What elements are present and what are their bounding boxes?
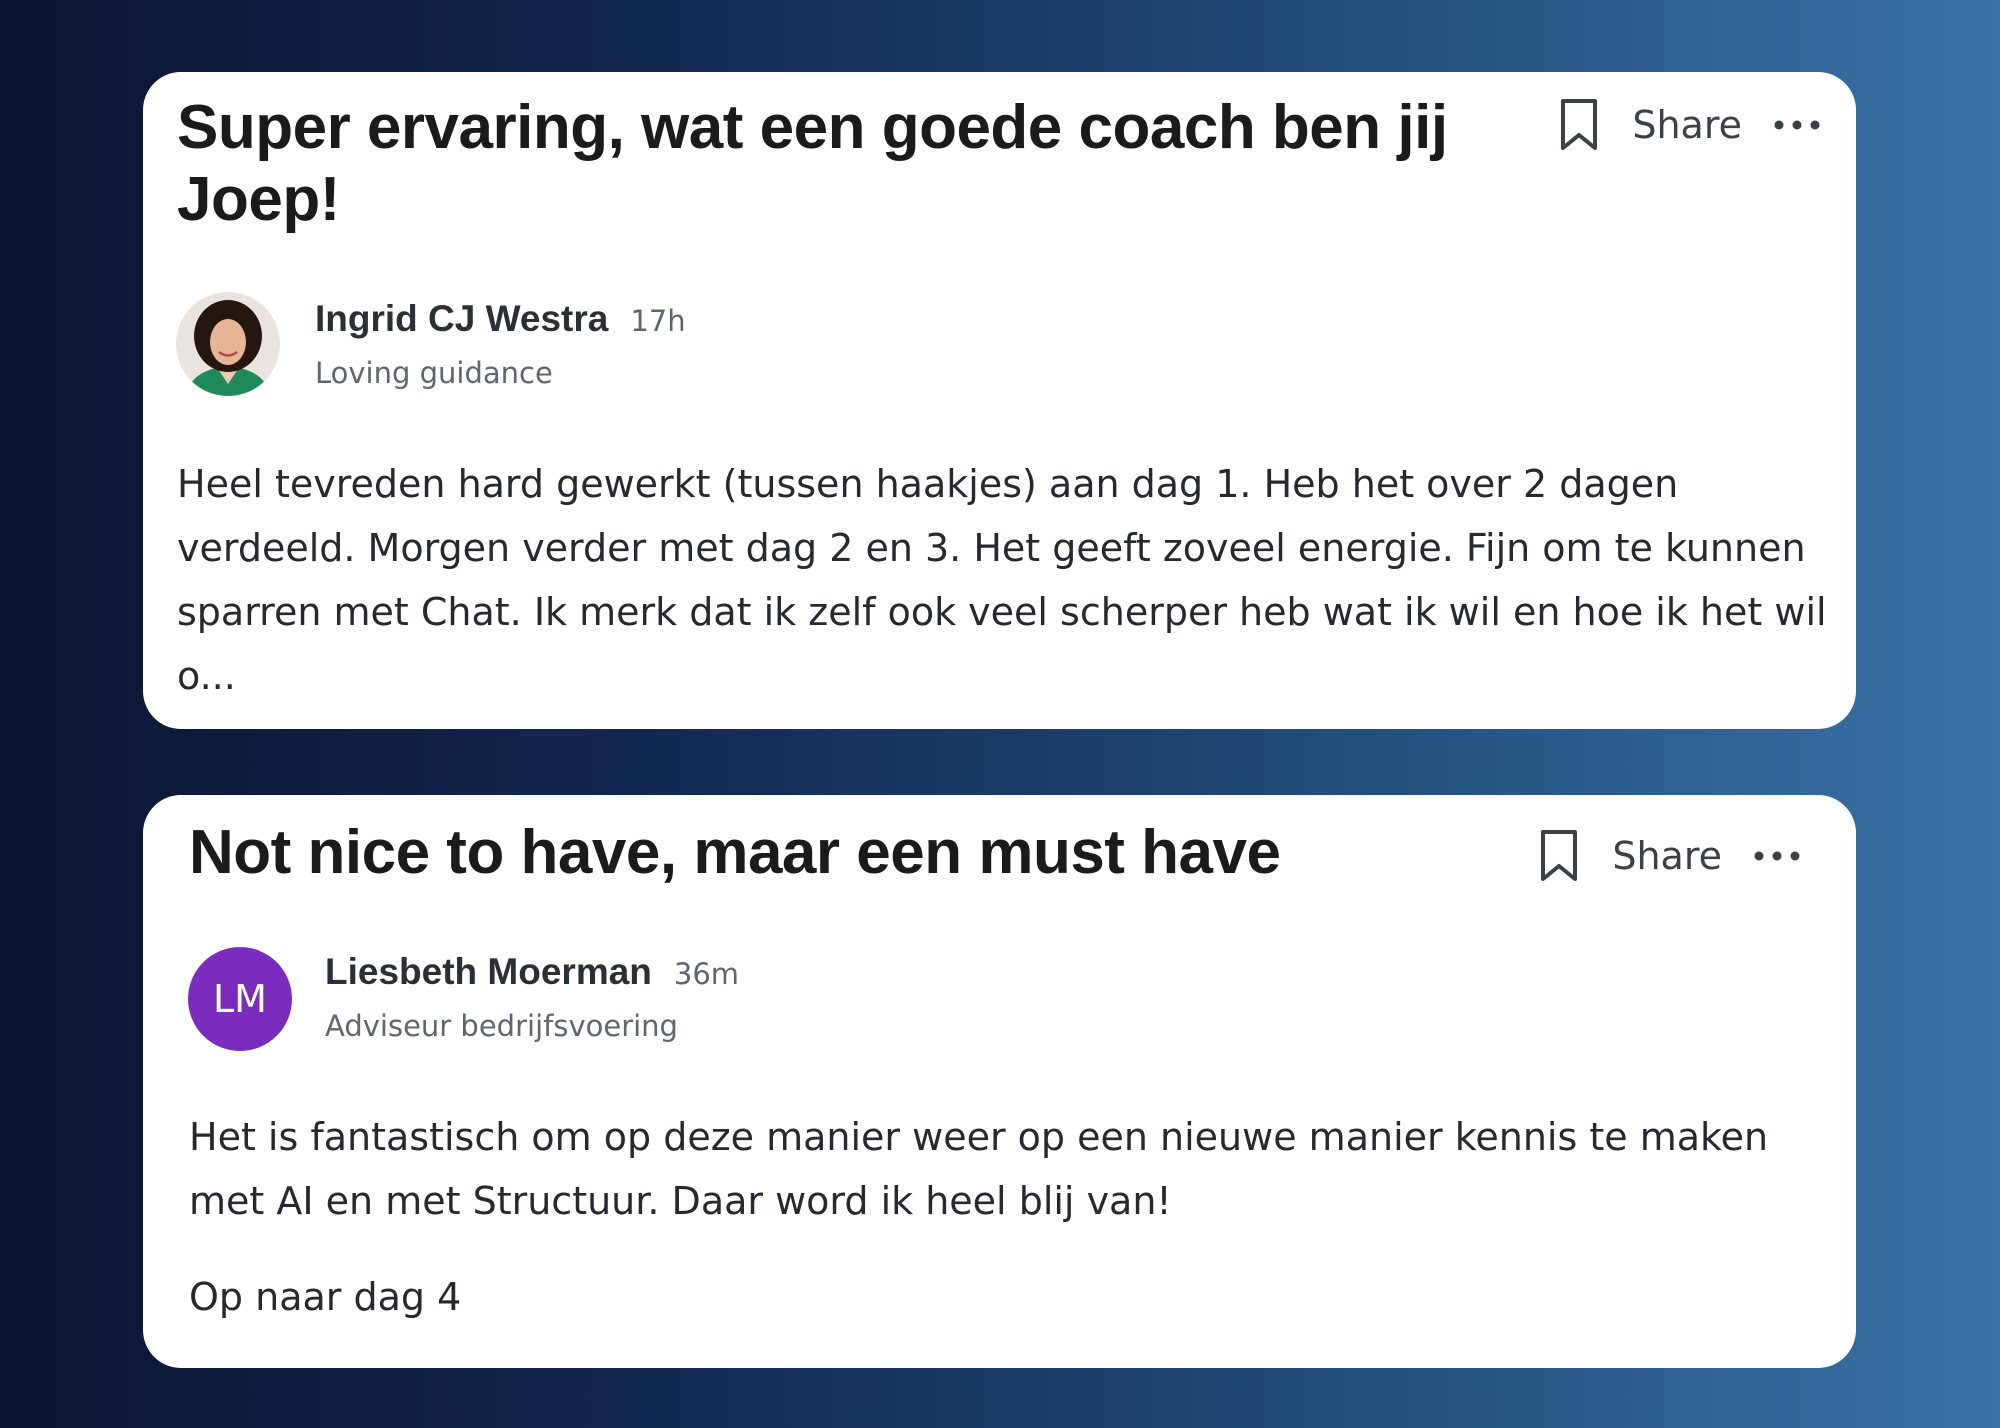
- post-card[interactable]: Super ervaring, wat een goede coach ben …: [143, 72, 1856, 729]
- post-body: Het is fantastisch om op deze manier wee…: [189, 1115, 1769, 1223]
- more-options-icon[interactable]: [1742, 118, 1822, 132]
- post-actions: Share: [1558, 98, 1822, 152]
- avatar-initials: LM: [213, 977, 267, 1021]
- post-body-extra: Op naar dag 4: [189, 1275, 462, 1319]
- post-timestamp: 36m: [673, 957, 740, 991]
- author-name[interactable]: Liesbeth Moerman: [325, 951, 652, 993]
- post-body: Heel tevreden hard gewerkt (tussen haakj…: [177, 462, 1827, 698]
- bookmark-icon[interactable]: [1538, 829, 1580, 883]
- bookmark-icon[interactable]: [1558, 98, 1600, 152]
- avatar[interactable]: [176, 292, 280, 396]
- avatar[interactable]: LM: [188, 947, 292, 1051]
- author-info: Ingrid CJ Westra 17h Loving guidance: [315, 298, 686, 390]
- share-button[interactable]: Share: [1632, 103, 1742, 147]
- post-timestamp: 17h: [630, 304, 686, 338]
- share-button[interactable]: Share: [1612, 834, 1722, 878]
- author-info: Liesbeth Moerman 36m Adviseur bedrijfsvo…: [325, 951, 739, 1043]
- post-card[interactable]: Not nice to have, maar een must have Sha…: [143, 795, 1856, 1368]
- post-actions: Share: [1538, 829, 1802, 883]
- author-role: Adviseur bedrijfsvoering: [325, 1009, 678, 1043]
- post-title[interactable]: Super ervaring, wat een goede coach ben …: [177, 92, 1507, 236]
- author-name[interactable]: Ingrid CJ Westra: [315, 298, 608, 340]
- author-role: Loving guidance: [315, 356, 553, 390]
- more-options-icon[interactable]: [1722, 849, 1802, 863]
- post-title[interactable]: Not nice to have, maar een must have: [189, 817, 1469, 889]
